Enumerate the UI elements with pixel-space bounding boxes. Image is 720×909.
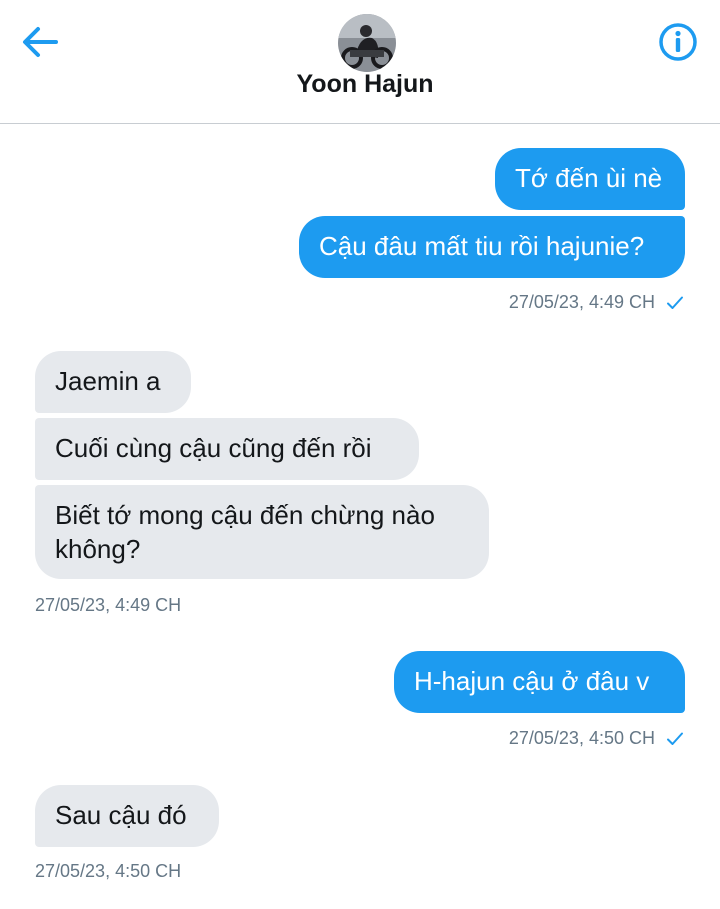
message-text: Tớ đến ùi nè — [515, 163, 663, 193]
message-text: Sau cậu đó — [55, 800, 187, 830]
timestamp-text: 27/05/23, 4:49 CH — [508, 292, 655, 312]
back-button[interactable] — [18, 20, 62, 64]
message-bubble-received[interactable]: Cuối cùng cậu cũng đến rồi — [35, 418, 419, 480]
message-bubble-sent[interactable]: Cậu đâu mất tiu rồi hajunie? — [299, 216, 685, 278]
conversation-header: Yoon Hajun — [0, 0, 720, 124]
message-text: Cuối cùng cậu cũng đến rồi — [55, 433, 372, 463]
read-check-icon — [667, 732, 683, 746]
message-text: H-hajun cậu ở đâu v — [414, 666, 650, 696]
avatar[interactable] — [338, 14, 396, 72]
message-text: Biết tớ mong cậu đến chừng nào không? — [55, 500, 435, 564]
timestamp-text: 27/05/23, 4:50 CH — [508, 728, 655, 748]
message-bubble-received[interactable]: Jaemin a — [35, 351, 191, 413]
message-bubble-received[interactable]: Biết tớ mong cậu đến chừng nào không? — [35, 485, 489, 579]
contact-name: Yoon Hajun — [296, 70, 434, 98]
message-timestamp: 27/05/23, 4:49 CH — [35, 595, 181, 616]
message-timestamp: 27/05/23, 4:50 CH — [35, 861, 181, 882]
timestamp-text: 27/05/23, 4:50 CH — [35, 861, 182, 881]
message-timestamp: 27/05/23, 4:49 CH — [509, 292, 684, 313]
message-bubble-received[interactable]: Sau cậu đó — [35, 785, 219, 847]
arrow-left-icon — [23, 27, 58, 57]
profile-photo — [338, 14, 396, 72]
message-thread: Tớ đến ùi nè Cậu đâu mất tiu rồi hajunie… — [0, 124, 720, 909]
read-check-icon — [667, 296, 683, 310]
timestamp-text: 27/05/23, 4:49 CH — [35, 595, 182, 615]
message-bubble-sent[interactable]: H-hajun cậu ở đâu v — [394, 651, 685, 713]
info-button[interactable] — [657, 21, 699, 63]
message-text: Jaemin a — [55, 366, 161, 396]
message-timestamp: 27/05/23, 4:50 CH — [509, 728, 684, 749]
message-bubble-sent[interactable]: Tớ đến ùi nè — [495, 148, 685, 210]
message-text: Cậu đâu mất tiu rồi hajunie? — [319, 231, 645, 261]
info-icon — [659, 23, 697, 61]
